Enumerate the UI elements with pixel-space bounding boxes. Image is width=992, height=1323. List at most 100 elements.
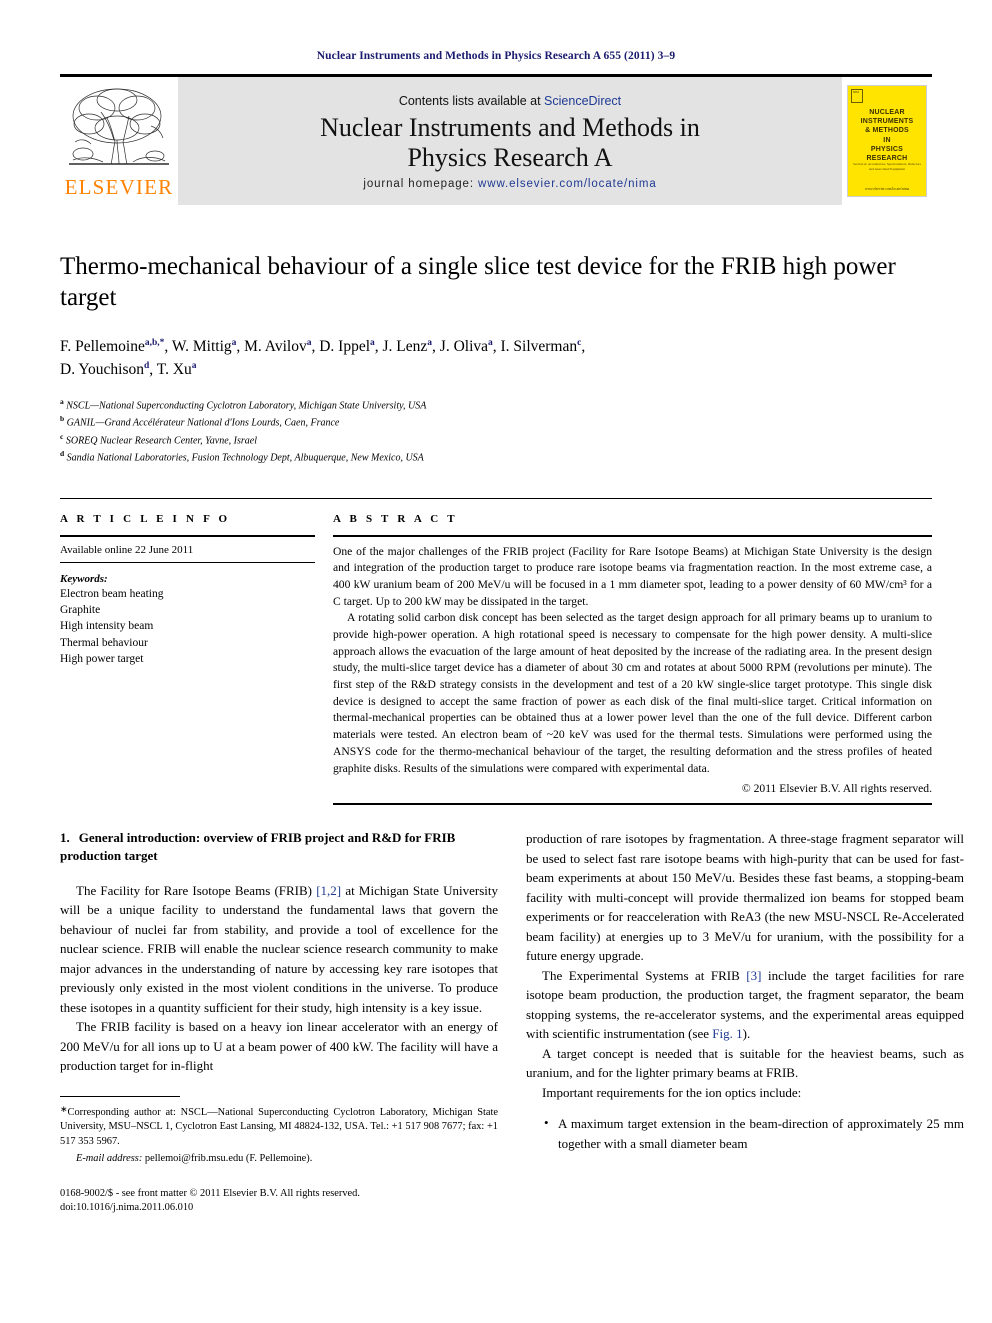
article-page: Nuclear Instruments and Methods in Physi… [0, 0, 992, 1323]
journal-homepage-link[interactable]: www.elsevier.com/locate/nima [478, 178, 657, 190]
author-affil-marker[interactable]: c [577, 338, 581, 348]
affiliation-list: a NSCL—National Superconducting Cyclotro… [60, 396, 932, 466]
citation-ref[interactable]: [3] [746, 968, 761, 983]
affiliation-text: SOREQ Nuclear Research Center, Yavne, Is… [65, 434, 258, 446]
contents-prefix: Contents lists available at [398, 94, 545, 109]
abstract-paragraph: A rotating solid carbon disk concept has… [333, 611, 932, 775]
body-paragraph: production of rare isotopes by fragmenta… [526, 831, 964, 964]
section-heading: 1. General introduction: overview of FRIB… [60, 829, 498, 864]
cover-title-line: & METHODS [865, 127, 909, 135]
cover-footer-url: www.elsevier.com/locate/nima [864, 187, 910, 191]
body-right-column: production of rare isotopes by fragmenta… [526, 829, 964, 1216]
sciencedirect-link[interactable]: ScienceDirect [544, 94, 621, 108]
article-info-heading: A R T I C L E I N F O [60, 512, 231, 525]
elsevier-logo: ELSEVIER [60, 77, 178, 205]
citation-ref[interactable]: [1,2] [316, 883, 341, 898]
affiliation-text: Sandia National Laboratories, Fusion Tec… [66, 452, 424, 464]
requirements-list: A maximum target extension in the beam-d… [526, 1113, 964, 1153]
abstract-heading: A B S T R A C T [333, 512, 458, 525]
body-paragraph: The Facility for Rare Isotope Beams (FRI… [60, 882, 498, 1015]
abstract-column: A B S T R A C T One of the major challen… [333, 513, 932, 806]
affiliation-text: GANIL—Grand Accélérateur National d'Ions… [66, 417, 340, 429]
abstract-rule [333, 534, 932, 537]
list-item: A maximum target extension in the beam-d… [544, 1113, 964, 1153]
abstract-paragraph: One of the major challenges of the FRIB … [333, 544, 932, 608]
keyword-item: Graphite [60, 603, 101, 616]
body-paragraph: The Experimental Systems at FRIB [3] inc… [526, 967, 964, 1042]
contents-lists-line: Contents lists available at ScienceDirec… [399, 94, 621, 108]
affiliation-label: d [60, 449, 65, 459]
author-affil-marker[interactable]: a [192, 361, 197, 371]
affiliation-item: d Sandia National Laboratories, Fusion T… [60, 448, 932, 466]
affiliation-item: c SOREQ Nuclear Research Center, Yavne, … [60, 431, 932, 449]
author-affil-marker[interactable]: a [307, 338, 312, 348]
body-paragraph: A target concept is needed that is suita… [526, 1045, 964, 1081]
journal-title: Nuclear Instruments and Methods in Physi… [320, 113, 700, 172]
keywords-label: Keywords: [60, 572, 108, 585]
elsevier-tree-icon [69, 88, 169, 165]
journal-masthead: ELSEVIER Contents lists available at Sci… [60, 74, 932, 205]
abstract-bottom-rule [333, 803, 932, 806]
cover-badge-icon: NIM [851, 89, 863, 103]
email-value[interactable]: pellemoi@frib.msu.edu (F. Pellemoine). [145, 1153, 312, 1164]
affiliation-item: a NSCL—National Superconducting Cyclotro… [60, 396, 932, 414]
author-name: I. Silverman [500, 338, 578, 355]
body-paragraph: The FRIB facility is based on a heavy io… [60, 1019, 498, 1074]
info-abstract-region: A R T I C L E I N F O Available online 2… [60, 497, 932, 806]
issn-block: 0168-9002/$ - see front matter © 2011 El… [60, 1187, 498, 1217]
author-name: D. Youchison [60, 361, 144, 379]
corresponding-author-note: ∗Corresponding author at: NSCL—National … [60, 1103, 498, 1150]
cover-title-line: IN [883, 136, 891, 144]
cover-subtitle: Section A: Accelerators, Spectrometers, … [853, 162, 921, 171]
keyword-item: Electron beam heating [60, 587, 164, 600]
author-affil-marker[interactable]: a [232, 338, 237, 348]
available-online-date: Available online 22 June 2011 [60, 544, 315, 563]
footnote-rule [60, 1095, 180, 1097]
journal-cover-thumbnail[interactable]: NIM NUCLEAR INSTRUMENTS & METHODS IN PHY… [847, 85, 927, 197]
article-info-column: A R T I C L E I N F O Available online 2… [60, 513, 315, 806]
affiliation-text: NSCL—National Superconducting Cyclotron … [66, 399, 427, 411]
elsevier-wordmark: ELSEVIER [64, 175, 174, 199]
author-affil-marker[interactable]: a [488, 338, 493, 348]
issn-line: 0168-9002/$ - see front matter © 2011 El… [60, 1187, 360, 1199]
email-note: E-mail address: pellemoi@frib.msu.edu (F… [60, 1152, 498, 1167]
masthead-center-band: Contents lists available at ScienceDirec… [178, 77, 842, 205]
title-block: Thermo-mechanical behaviour of a single … [60, 251, 932, 466]
keyword-item: Thermal behaviour [60, 636, 148, 649]
affiliation-label: a [60, 396, 64, 406]
author-affil-marker[interactable]: a [370, 338, 375, 348]
corresponding-author-text: Corresponding author at: NSCL—National S… [60, 1106, 498, 1148]
author-affil-marker[interactable]: a,b,* [145, 338, 165, 348]
cover-title-text: NUCLEAR INSTRUMENTS & METHODS IN PHYSICS… [848, 108, 926, 163]
body-paragraph: Important requirements for the ion optic… [542, 1084, 802, 1100]
email-label: E-mail address: [76, 1152, 143, 1164]
section-title: General introduction: overview of FRIB p… [60, 830, 456, 863]
homepage-prefix: journal homepage: [363, 177, 479, 190]
author-name: F. Pellemoine [60, 338, 145, 355]
section-number: 1. [60, 830, 70, 846]
body-columns: 1. General introduction: overview of FRIB… [60, 829, 964, 1216]
author-affil-marker[interactable]: a [427, 338, 432, 348]
affiliation-label: c [60, 431, 64, 441]
author-name: J. Lenz [382, 338, 428, 355]
article-title: Thermo-mechanical behaviour of a single … [60, 253, 896, 311]
affiliation-item: b GANIL—Grand Accélérateur National d'Io… [60, 413, 932, 431]
author-name: M. Avilov [244, 338, 307, 355]
author-name: W. Mittig [171, 338, 232, 355]
keyword-item: High power target [60, 652, 144, 665]
cover-title-line: NUCLEAR [869, 109, 905, 116]
journal-cover-slot: NIM NUCLEAR INSTRUMENTS & METHODS IN PHY… [842, 77, 932, 205]
author-name: T. Xu [156, 361, 192, 379]
journal-homepage-line: journal homepage: www.elsevier.com/locat… [363, 178, 656, 190]
asterisk-icon: ∗ [60, 1103, 68, 1114]
doi-line[interactable]: doi:10.1016/j.nima.2011.06.010 [60, 1201, 498, 1216]
running-head: Nuclear Instruments and Methods in Physi… [316, 50, 676, 62]
keyword-item: High intensity beam [60, 620, 154, 633]
affiliation-label: b [60, 414, 65, 424]
footnote-block: ∗Corresponding author at: NSCL—National … [60, 1095, 498, 1217]
cover-title-line: PHYSICS [870, 145, 904, 153]
author-name: J. Oliva [439, 338, 488, 355]
body-left-column: 1. General introduction: overview of FRIB… [60, 829, 498, 1216]
author-affil-marker[interactable]: d [144, 361, 149, 371]
figure-ref[interactable]: Fig. 1 [712, 1026, 742, 1041]
